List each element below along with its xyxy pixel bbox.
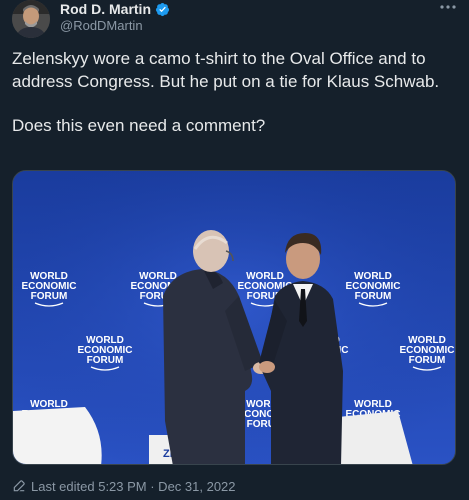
author-display-name[interactable]: Rod D. Martin [60, 1, 151, 17]
more-options-icon[interactable] [437, 1, 459, 15]
last-edited-row[interactable]: Last edited 5:23 PM · Dec 31, 2022 [12, 477, 236, 495]
tweet-card: Rod D. Martin @RodDMartin Zelenskyy wore… [0, 0, 469, 500]
tweet-photo[interactable]: WORLD ECONOMIC FORUM WORLD ECONOMIC FORU… [12, 170, 456, 465]
svg-text:FORUM: FORUM [87, 355, 124, 366]
svg-text:FORUM: FORUM [31, 291, 68, 302]
verified-badge-icon [155, 2, 170, 16]
last-edited-text[interactable]: Last edited 5:23 PM · Dec 31, 2022 [31, 479, 236, 494]
svg-text:FORUM: FORUM [409, 355, 446, 366]
tweet-text: Zelenskyy wore a camo t-shirt to the Ova… [12, 48, 462, 138]
author-avatar[interactable] [12, 0, 50, 38]
pencil-icon [13, 480, 25, 492]
svg-text:FORUM: FORUM [355, 291, 392, 302]
author-handle[interactable]: @RodDMartin [60, 18, 143, 33]
author-name-row[interactable]: Rod D. Martin [60, 0, 170, 18]
tweet-paragraph: Does this even need a comment? [12, 116, 266, 135]
tweet-paragraph: Zelenskyy wore a camo t-shirt to the Ova… [12, 49, 440, 91]
